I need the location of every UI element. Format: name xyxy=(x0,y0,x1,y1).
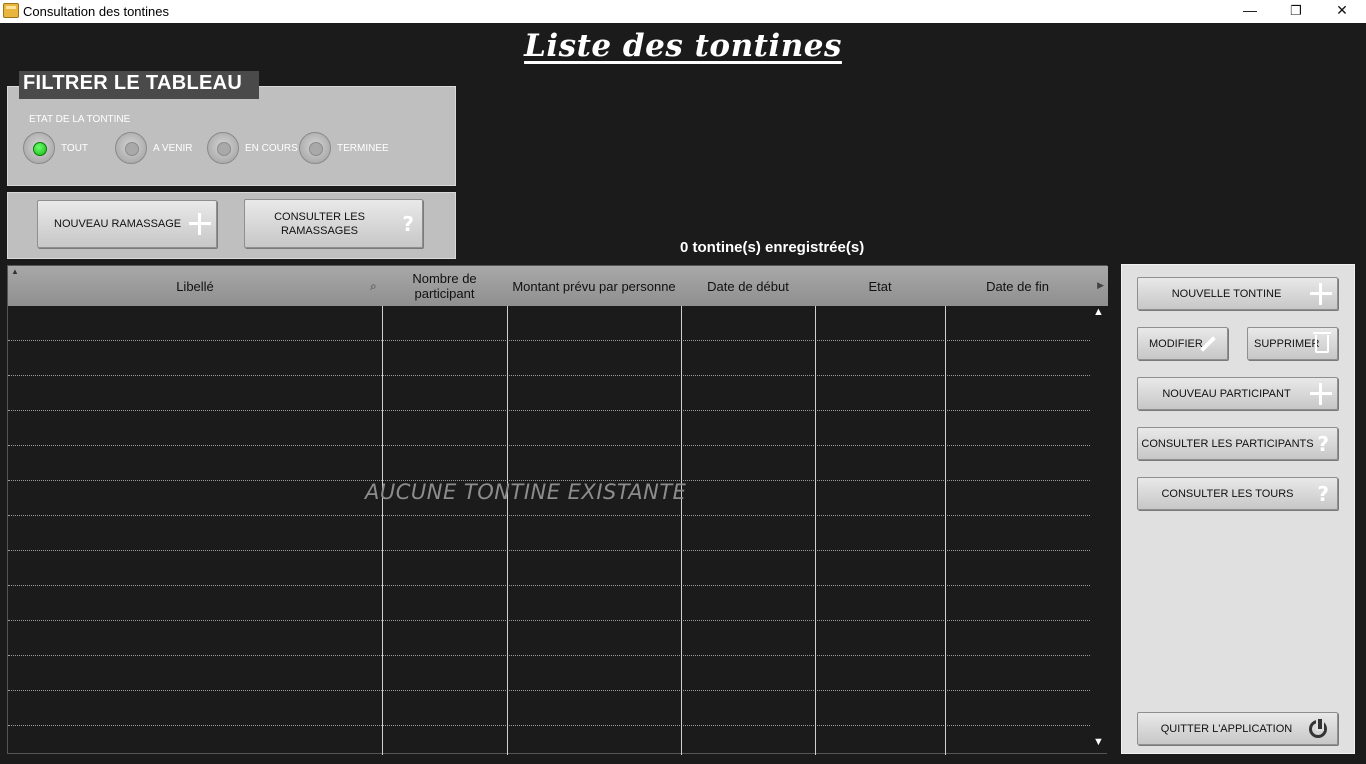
trash-icon xyxy=(1313,331,1331,353)
tontine-table[interactable]: ▲ Libellé ⌕ Nombre de participant Montan… xyxy=(7,265,1108,755)
table-row[interactable] xyxy=(8,586,1090,621)
edit-button[interactable]: MODIFIER xyxy=(1137,327,1228,360)
question-icon: ? xyxy=(1317,481,1329,506)
table-row[interactable] xyxy=(8,621,1090,656)
table-row[interactable] xyxy=(8,411,1090,446)
column-header-state[interactable]: Etat xyxy=(815,266,945,306)
radio-label: TERMINEE xyxy=(337,143,389,154)
filter-group-label: ETAT DE LA TONTINE xyxy=(29,114,131,125)
tontine-count: 0 tontine(s) enregistrée(s) xyxy=(680,239,865,256)
app-folder-icon xyxy=(3,3,19,18)
quit-button[interactable]: QUITTER L'APPLICATION xyxy=(1137,712,1338,745)
radio-label: EN COURS xyxy=(245,143,298,154)
button-label: NOUVELLE TONTINE xyxy=(1171,287,1282,300)
table-row[interactable] xyxy=(8,341,1090,376)
view-participants-button[interactable]: CONSULTER LES PARTICIPANTS ? xyxy=(1137,427,1338,460)
column-header-end-date[interactable]: Date de fin xyxy=(945,266,1090,306)
button-label: QUITTER L'APPLICATION xyxy=(1160,722,1293,735)
scroll-up-icon[interactable]: ▲ xyxy=(1093,306,1104,318)
empty-table-message: AUCUNE TONTINE EXISTANTE xyxy=(365,480,687,504)
column-header-participants[interactable]: Nombre de participant xyxy=(382,266,507,306)
scroll-right-icon[interactable]: ▶ xyxy=(1097,280,1104,291)
delete-button[interactable]: SUPPRIMER xyxy=(1247,327,1338,360)
table-row[interactable] xyxy=(8,306,1090,341)
window-title: Consultation des tontines xyxy=(23,4,169,19)
question-icon: ? xyxy=(402,211,414,236)
table-row[interactable] xyxy=(8,691,1090,726)
plus-icon xyxy=(1309,282,1333,306)
page-title: Liste des tontines xyxy=(524,28,842,64)
view-collections-button[interactable]: CONSULTER LES RAMASSAGES ? xyxy=(244,199,423,248)
column-header-start-date[interactable]: Date de début xyxy=(681,266,815,306)
table-row[interactable] xyxy=(8,446,1090,481)
column-divider xyxy=(945,306,946,755)
filter-legend: FILTRER LE TABLEAU xyxy=(19,71,259,99)
table-row[interactable] xyxy=(8,376,1090,411)
radio-label: A VENIR xyxy=(153,143,193,154)
radio-selected-icon xyxy=(23,132,55,164)
button-label: CONSULTER LES PARTICIPANTS xyxy=(1141,437,1314,450)
column-divider xyxy=(681,306,682,755)
button-label: CONSULTER LES TOURS xyxy=(1161,487,1294,500)
button-label: CONSULTER LES RAMASSAGES xyxy=(274,210,365,237)
new-participant-button[interactable]: NOUVEAU PARTICIPANT xyxy=(1137,377,1338,410)
column-divider xyxy=(382,306,383,755)
plus-icon xyxy=(1309,382,1333,406)
column-divider xyxy=(507,306,508,755)
column-divider xyxy=(815,306,816,755)
radio-icon xyxy=(207,132,239,164)
new-collection-button[interactable]: NOUVEAU RAMASSAGE xyxy=(37,200,217,248)
table-row[interactable] xyxy=(8,656,1090,691)
radio-icon xyxy=(115,132,147,164)
radio-icon xyxy=(299,132,331,164)
button-label: SUPPRIMER xyxy=(1254,337,1320,350)
column-header-amount[interactable]: Montant prévu par personne xyxy=(507,266,681,306)
restore-button[interactable]: ❐ xyxy=(1273,0,1319,23)
column-header-libelle[interactable]: Libellé xyxy=(8,266,382,306)
minimize-button[interactable]: — xyxy=(1227,0,1273,23)
vertical-scrollbar[interactable]: ▲ ▼ xyxy=(1090,306,1107,753)
table-row[interactable] xyxy=(8,551,1090,586)
power-icon xyxy=(1309,716,1327,738)
table-header: ▲ Libellé ⌕ Nombre de participant Montan… xyxy=(8,266,1108,306)
window-titlebar: Consultation des tontines — ❐ ✕ xyxy=(0,0,1366,23)
table-row[interactable] xyxy=(8,516,1090,551)
new-tontine-button[interactable]: NOUVELLE TONTINE xyxy=(1137,277,1338,310)
radio-label: TOUT xyxy=(61,143,89,154)
search-icon[interactable]: ⌕ xyxy=(370,279,377,294)
close-button[interactable]: ✕ xyxy=(1319,0,1365,23)
button-label: NOUVEAU RAMASSAGE xyxy=(54,218,182,230)
question-icon: ? xyxy=(1317,431,1329,456)
view-rounds-button[interactable]: CONSULTER LES TOURS ? xyxy=(1137,477,1338,510)
plus-icon xyxy=(188,212,212,236)
button-label: MODIFIER xyxy=(1149,337,1203,350)
scroll-down-icon[interactable]: ▼ xyxy=(1093,736,1104,748)
button-label: NOUVEAU PARTICIPANT xyxy=(1162,387,1291,400)
